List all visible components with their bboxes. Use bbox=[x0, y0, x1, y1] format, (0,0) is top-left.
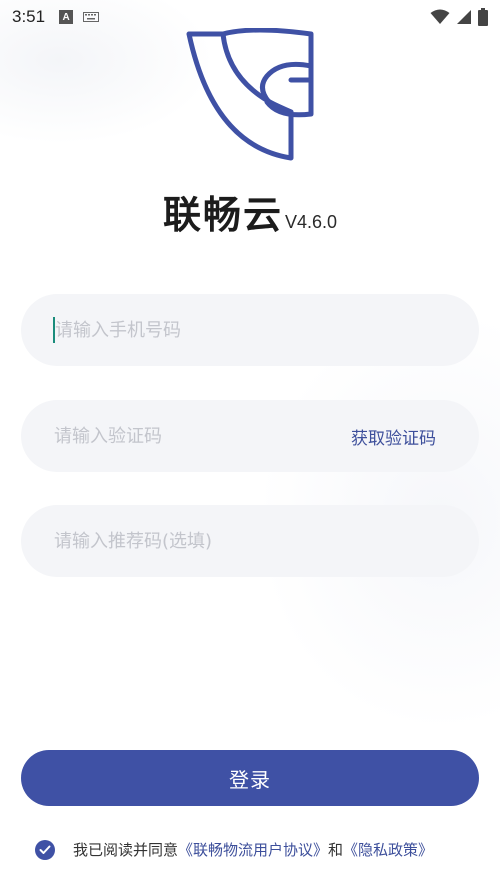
verification-code-field[interactable]: 获取验证码 bbox=[21, 400, 479, 472]
app-title-row: 联畅云 V4.6.0 bbox=[0, 196, 500, 234]
phone-input[interactable] bbox=[55, 319, 446, 341]
keyboard-icon bbox=[83, 12, 100, 22]
app-name: 联畅云 bbox=[162, 193, 283, 237]
agreement-and: 和 bbox=[328, 841, 344, 859]
app-version: V4.6.0 bbox=[284, 212, 338, 232]
privacy-policy-link[interactable]: 《隐私政策》 bbox=[343, 839, 433, 860]
login-button[interactable]: 登录 bbox=[21, 750, 479, 806]
status-right-icons bbox=[430, 8, 488, 26]
get-code-button[interactable]: 获取验证码 bbox=[351, 424, 436, 449]
agreement-checkbox[interactable] bbox=[35, 839, 55, 860]
verification-code-input[interactable] bbox=[54, 425, 351, 447]
a-notification-icon: A bbox=[59, 10, 74, 24]
agreement-prefix: 我已阅读并同意 bbox=[73, 841, 179, 859]
checkmark-icon bbox=[39, 845, 51, 854]
phone-field[interactable] bbox=[21, 294, 479, 366]
status-time: 3:51 bbox=[12, 7, 46, 26]
cellular-signal-icon bbox=[457, 10, 471, 24]
battery-icon bbox=[478, 8, 488, 26]
agreement-row: 我已阅读并同意 《联畅物流用户协议》 和 《隐私政策》 bbox=[35, 839, 433, 860]
app-logo-icon bbox=[186, 28, 314, 161]
referral-code-input[interactable] bbox=[54, 530, 446, 552]
referral-code-field[interactable] bbox=[21, 505, 479, 577]
wifi-icon bbox=[430, 9, 450, 24]
status-notifications: A bbox=[59, 10, 100, 24]
user-agreement-link[interactable]: 《联畅物流用户协议》 bbox=[178, 839, 328, 860]
